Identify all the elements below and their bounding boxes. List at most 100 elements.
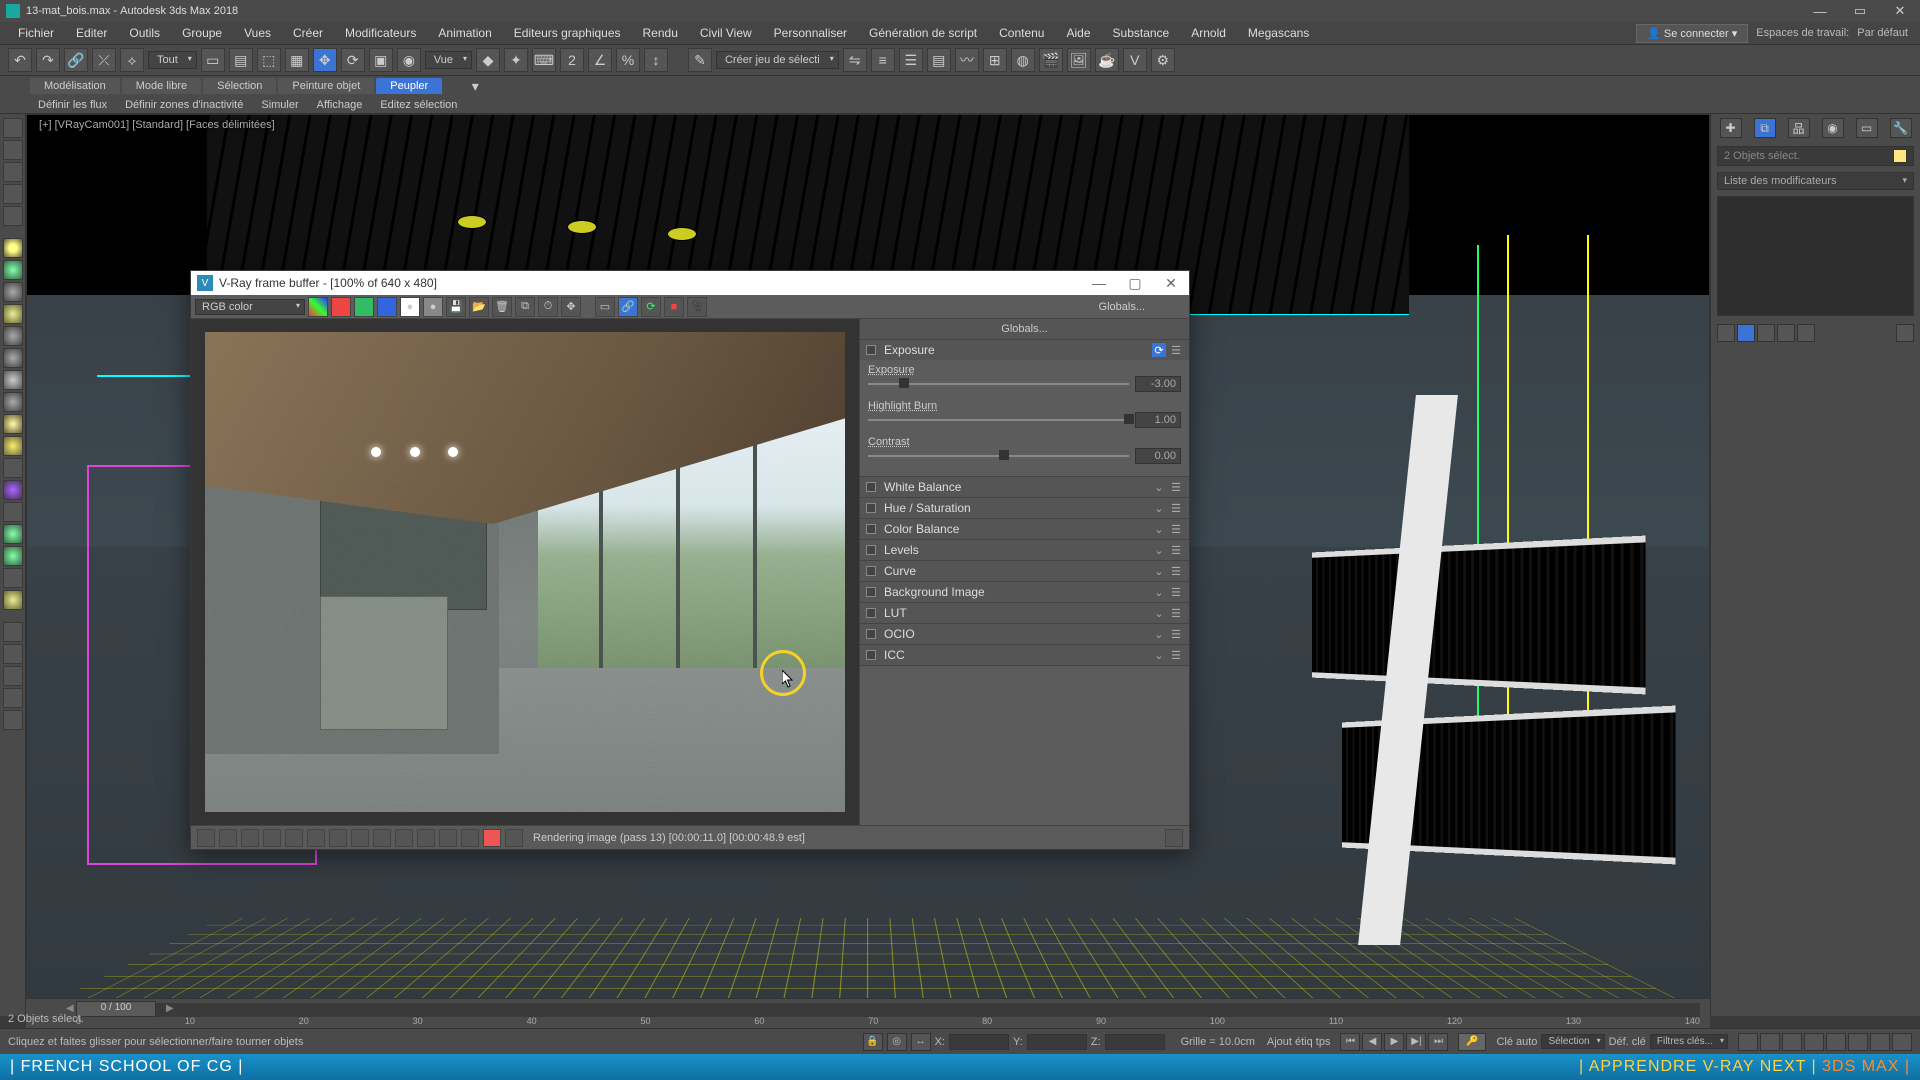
configure-sets-button[interactable] xyxy=(1797,324,1815,342)
vfb-sb-12[interactable] xyxy=(439,829,457,847)
nav-walk-button[interactable] xyxy=(1870,1033,1890,1051)
vfb-section-white-balance[interactable]: White Balance⌄☰ xyxy=(860,477,1189,497)
exposure-checkbox[interactable] xyxy=(866,345,876,355)
vfb-minimize-button[interactable]: — xyxy=(1081,271,1117,295)
material-sphere-16[interactable] xyxy=(3,568,23,588)
ltool-4[interactable] xyxy=(3,184,23,204)
prev-frame-button[interactable]: ◀ xyxy=(1362,1033,1382,1051)
next-frame-button[interactable]: ▶| xyxy=(1406,1033,1426,1051)
curve-editor-button[interactable]: 〰 xyxy=(955,48,979,72)
setkey-label[interactable]: Déf. clé xyxy=(1609,1036,1646,1048)
vfb-render-area[interactable] xyxy=(191,319,859,825)
nav-zoom-ext-button[interactable] xyxy=(1782,1033,1802,1051)
vfb-region-button[interactable]: ▭ xyxy=(595,297,615,317)
nav-fov-button[interactable] xyxy=(1804,1033,1824,1051)
link-button[interactable]: 🔗 xyxy=(64,48,88,72)
ltool-bottom-2[interactable] xyxy=(3,644,23,664)
material-sphere-5[interactable] xyxy=(3,326,23,346)
pivot-button[interactable]: ◆ xyxy=(476,48,500,72)
sub-editez-selection[interactable]: Editez sélection xyxy=(372,98,465,112)
ocio-checkbox[interactable] xyxy=(866,629,876,639)
vfb-close-button[interactable]: ✕ xyxy=(1153,271,1189,295)
material-sphere-17[interactable] xyxy=(3,590,23,610)
vfb-sb-10[interactable] xyxy=(395,829,413,847)
menu-icon[interactable]: ☰ xyxy=(1169,522,1183,536)
select-move-button[interactable]: ✥ xyxy=(313,48,337,72)
expand-icon[interactable]: ⌄ xyxy=(1152,543,1166,557)
workspace-value[interactable]: Par défaut xyxy=(1857,27,1908,39)
vfb-section-ocio[interactable]: OCIO⌄☰ xyxy=(860,624,1189,644)
addtag-label[interactable]: Ajout étiq tps xyxy=(1267,1036,1331,1048)
menu-contenu[interactable]: Contenu xyxy=(989,26,1054,40)
keyboard-shortcut-button[interactable]: ⌨ xyxy=(532,48,556,72)
vfb-green-button[interactable] xyxy=(354,297,374,317)
schematic-view-button[interactable]: ⊞ xyxy=(983,48,1007,72)
nav-zoom-button[interactable] xyxy=(1738,1033,1758,1051)
tab-mode-libre[interactable]: Mode libre xyxy=(122,78,201,94)
window-crossing-button[interactable]: ▦ xyxy=(285,48,309,72)
vfb-render-last-button[interactable]: 🎥 xyxy=(687,297,707,317)
coord-z-input[interactable] xyxy=(1105,1034,1165,1050)
vfb-clone-button[interactable]: ⧉ xyxy=(515,297,535,317)
menu-icon[interactable]: ☰ xyxy=(1169,501,1183,515)
select-name-button[interactable]: ▤ xyxy=(229,48,253,72)
material-sphere-13[interactable] xyxy=(3,502,23,522)
ltool-bottom-5[interactable] xyxy=(3,710,23,730)
material-sphere-1[interactable] xyxy=(3,238,23,258)
expand-icon[interactable]: ⌄ xyxy=(1152,585,1166,599)
vfb-stop-button[interactable]: ■ xyxy=(664,297,684,317)
material-sphere-14[interactable] xyxy=(3,524,23,544)
close-button[interactable]: ✕ xyxy=(1880,0,1920,22)
time-slider-next[interactable]: ▶ xyxy=(166,1003,174,1014)
autokey-label[interactable]: Clé auto xyxy=(1496,1036,1537,1048)
refcoord-dropdown[interactable]: Vue xyxy=(425,51,472,69)
remove-modifier-button[interactable] xyxy=(1777,324,1795,342)
tab-selection[interactable]: Sélection xyxy=(203,78,276,94)
modifier-sets-button[interactable] xyxy=(1896,324,1914,342)
material-sphere-9[interactable] xyxy=(3,414,23,434)
material-editor-button[interactable]: ◍ xyxy=(1011,48,1035,72)
menu-substance[interactable]: Substance xyxy=(1103,26,1180,40)
bg-image-checkbox[interactable] xyxy=(866,587,876,597)
menu-icon[interactable]: ☰ xyxy=(1169,585,1183,599)
selection-name-field[interactable]: 2 Objets sélect. xyxy=(1717,146,1914,166)
vfb-sb-expand[interactable] xyxy=(1165,829,1183,847)
tab-modelisation[interactable]: Modélisation xyxy=(30,78,120,94)
vfb-sb-1[interactable] xyxy=(197,829,215,847)
display-tab[interactable]: ▭ xyxy=(1856,118,1878,138)
menu-personnaliser[interactable]: Personnaliser xyxy=(764,26,857,40)
time-thumb[interactable]: 0 / 100 xyxy=(76,1001,156,1017)
expand-icon[interactable]: ⌄ xyxy=(1152,522,1166,536)
levels-checkbox[interactable] xyxy=(866,545,876,555)
vfb-history-button[interactable]: ⏱ xyxy=(538,297,558,317)
isolate-button[interactable]: ◎ xyxy=(887,1033,907,1051)
menu-icon[interactable]: ☰ xyxy=(1169,606,1183,620)
coord-x-input[interactable] xyxy=(949,1034,1009,1050)
menu-outils[interactable]: Outils xyxy=(119,26,170,40)
menu-aide[interactable]: Aide xyxy=(1056,26,1100,40)
vray-frame-buffer-window[interactable]: V V-Ray frame buffer - [100% of 640 x 48… xyxy=(190,270,1190,850)
menu-arnold[interactable]: Arnold xyxy=(1181,26,1236,40)
vfb-sb-15[interactable] xyxy=(505,829,523,847)
vfb-rgb-button[interactable] xyxy=(308,297,328,317)
exposure-slider[interactable] xyxy=(868,383,1129,385)
material-sphere-11[interactable] xyxy=(3,458,23,478)
material-sphere-4[interactable] xyxy=(3,304,23,324)
vfb-link-pdplayer-button[interactable]: 🔗 xyxy=(618,297,638,317)
vfb-mono-button[interactable]: ● xyxy=(400,297,420,317)
contrast-slider[interactable] xyxy=(868,455,1129,457)
menu-civil-view[interactable]: Civil View xyxy=(690,26,762,40)
vfb-section-color-balance[interactable]: Color Balance⌄☰ xyxy=(860,519,1189,539)
set-key-gizmo-button[interactable]: 🔑 xyxy=(1458,1033,1486,1051)
modifier-list-dropdown[interactable]: Liste des modificateurs xyxy=(1717,172,1914,190)
ltool-3[interactable] xyxy=(3,162,23,182)
viewport-label[interactable]: [+] [VRayCam001] [Standard] [Faces délim… xyxy=(39,119,275,131)
highlight-burn-slider[interactable] xyxy=(868,419,1129,421)
expand-icon[interactable]: ⌄ xyxy=(1152,564,1166,578)
menu-vues[interactable]: Vues xyxy=(234,26,281,40)
vfb-section-hue-saturation[interactable]: Hue / Saturation⌄☰ xyxy=(860,498,1189,518)
nav-pan-button[interactable] xyxy=(1826,1033,1846,1051)
menu-icon[interactable]: ☰ xyxy=(1169,564,1183,578)
modify-tab[interactable]: ⧉ xyxy=(1754,118,1776,138)
vfb-sb-6[interactable] xyxy=(307,829,325,847)
